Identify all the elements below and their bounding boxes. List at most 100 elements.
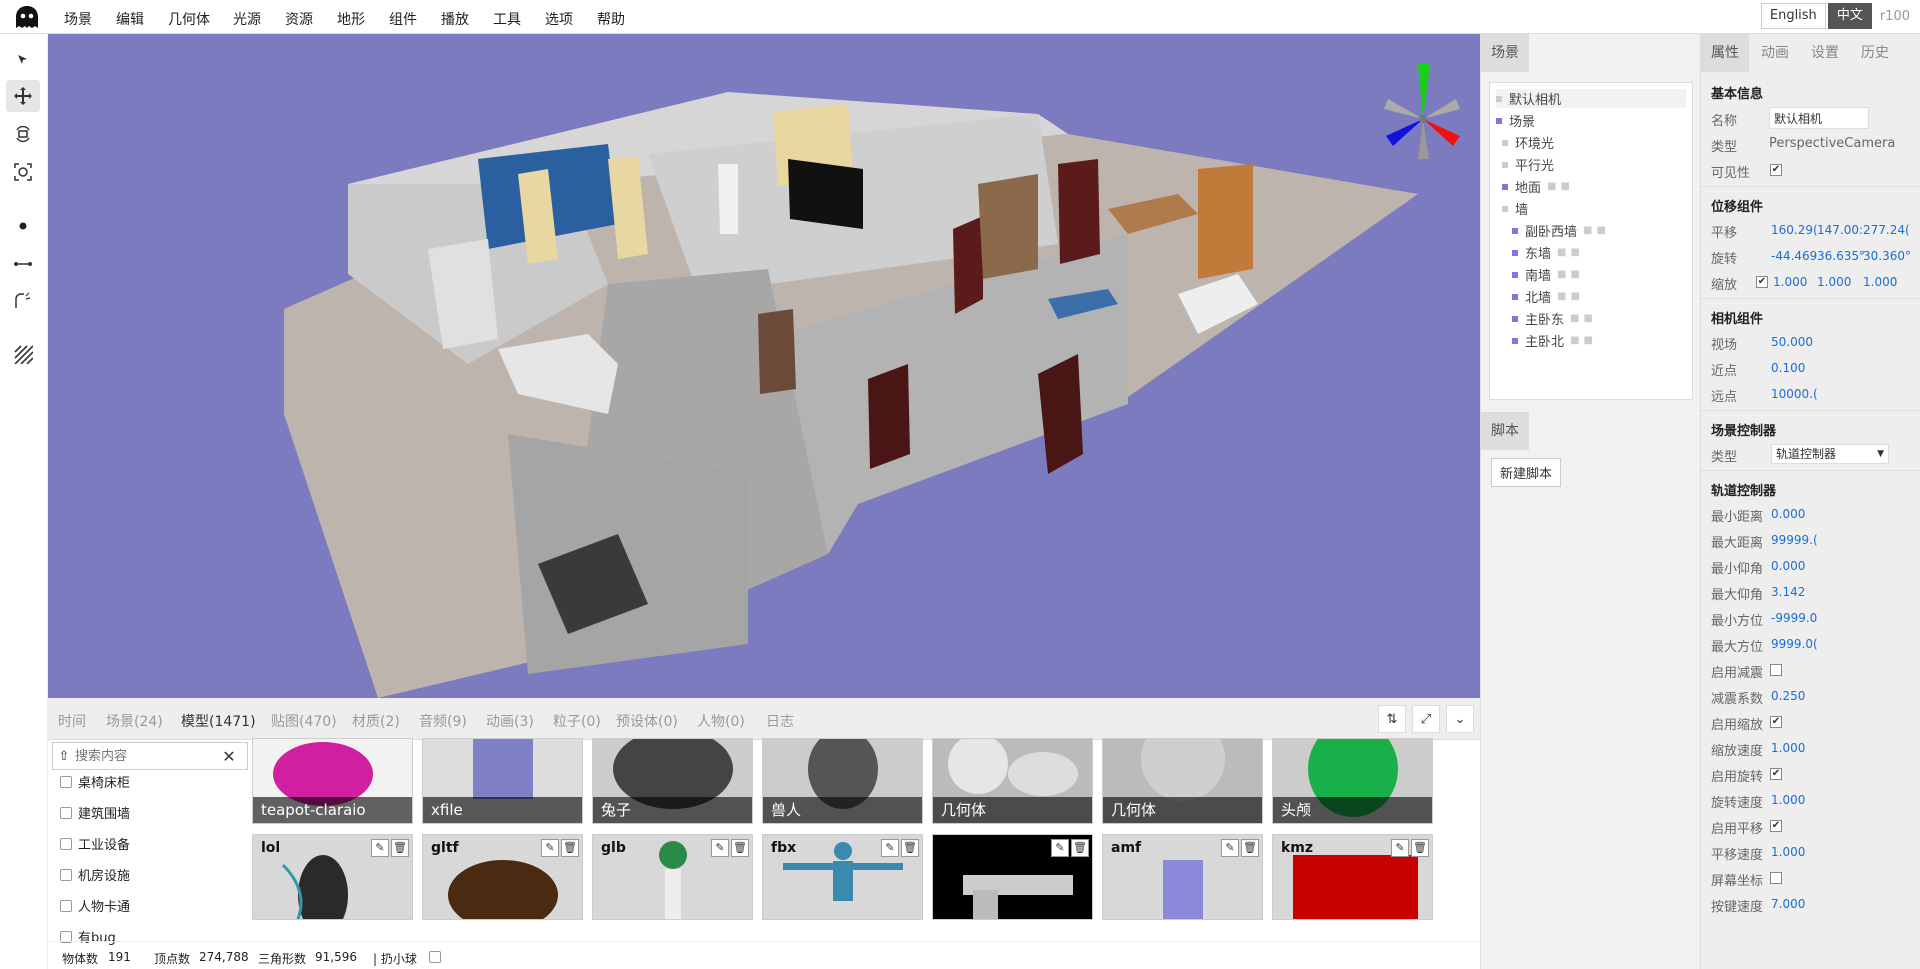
tab-script[interactable]: 脚本 [1481, 412, 1529, 450]
lang-chinese-button[interactable]: 中文 [1827, 3, 1872, 29]
model-card[interactable]: gltf ✎ 🗑 [422, 834, 583, 920]
tab-properties[interactable]: 属性 [1701, 34, 1749, 72]
orbit-value[interactable]: 0.000 [1771, 559, 1805, 573]
visible-checkbox[interactable]: ✔ [1770, 164, 1782, 176]
menu-options[interactable]: 选项 [545, 9, 573, 29]
outliner-node[interactable]: 北墙 ■■ [1512, 287, 1584, 306]
lang-english-button[interactable]: English [1760, 3, 1826, 29]
category-item[interactable]: 人物卡通 [60, 896, 130, 915]
upload-icon[interactable]: ⇧ [53, 749, 75, 764]
3d-viewport[interactable] [48, 34, 1480, 698]
orbit-checkbox[interactable] [1770, 872, 1782, 884]
name-field[interactable]: 默认相机 [1769, 107, 1869, 129]
delete-icon[interactable]: 🗑 [1241, 839, 1259, 857]
outliner-node[interactable]: 环境光 [1502, 133, 1554, 152]
maximize-button[interactable]: ⤢ [1412, 705, 1440, 733]
edit-icon[interactable]: ✎ [881, 839, 899, 857]
tab-timeline[interactable]: 时间 [58, 711, 86, 731]
menu-geometry[interactable]: 几何体 [168, 9, 210, 29]
model-card[interactable]: 兽人 [762, 738, 923, 824]
menu-component[interactable]: 组件 [389, 9, 417, 29]
category-checkbox[interactable] [60, 837, 72, 850]
orbit-value[interactable]: 99999.( [1771, 533, 1818, 547]
edit-icon[interactable]: ✎ [1391, 839, 1409, 857]
far-value[interactable]: 10000.( [1771, 387, 1818, 401]
rotate-tool-button[interactable] [6, 118, 40, 150]
delete-icon[interactable]: 🗑 [391, 839, 409, 857]
orbit-checkbox[interactable]: ✔ [1770, 820, 1782, 832]
delete-icon[interactable]: 🗑 [731, 839, 749, 857]
sort-button[interactable]: ⇅ [1378, 705, 1406, 733]
rotation-z[interactable]: 30.360° [1863, 249, 1911, 263]
tab-scene-tree[interactable]: 场景 [1481, 34, 1529, 72]
scale-x[interactable]: 1.000 [1773, 275, 1807, 289]
orbit-checkbox[interactable] [1770, 664, 1782, 676]
rotation-x[interactable]: -44.469 [1771, 249, 1817, 263]
line-tool-button[interactable] [6, 248, 40, 280]
orbit-value[interactable]: 3.142 [1771, 585, 1805, 599]
delete-icon[interactable]: 🗑 [561, 839, 579, 857]
outliner-node[interactable]: 墙 [1502, 199, 1528, 218]
model-card[interactable]: teapot-claraio [252, 738, 413, 824]
orbit-value[interactable]: 0.250 [1771, 689, 1805, 703]
outliner-node[interactable]: 默认相机 [1496, 89, 1686, 108]
delete-icon[interactable]: 🗑 [1071, 839, 1089, 857]
outliner-node[interactable]: 地面 ■■ [1502, 177, 1574, 196]
menu-assets[interactable]: 资源 [285, 9, 313, 29]
menu-help[interactable]: 帮助 [597, 9, 625, 29]
outliner-node[interactable]: 主卧北 ■■ [1512, 331, 1597, 350]
near-value[interactable]: 0.100 [1771, 361, 1805, 375]
outliner-node[interactable]: 副卧西墙 ■■ [1512, 221, 1610, 240]
throw-ball-checkbox[interactable] [429, 951, 441, 963]
orbit-value[interactable]: 1.000 [1771, 793, 1805, 807]
scale-y[interactable]: 1.000 [1817, 275, 1851, 289]
tab-animation[interactable]: 动画 [1751, 34, 1799, 72]
tab-history[interactable]: 历史 [1851, 34, 1899, 72]
outliner-node[interactable]: 东墙 ■■ [1512, 243, 1584, 262]
category-checkbox[interactable] [60, 806, 72, 819]
scale-lock-checkbox[interactable]: ✔ [1756, 276, 1768, 288]
position-y[interactable]: 147.00: [1817, 223, 1863, 237]
tab-models[interactable]: 模型(1471) [181, 711, 256, 731]
menu-tools[interactable]: 工具 [493, 9, 521, 29]
orbit-value[interactable]: 0.000 [1771, 507, 1805, 521]
edit-icon[interactable]: ✎ [1221, 839, 1239, 857]
scene-outliner[interactable]: 默认相机 场景 环境光 平行光 地面 ■■ 墙 副卧西墙 ■■ 东墙 ■■ 南墙 ■■ … [1489, 82, 1693, 400]
delete-icon[interactable]: 🗑 [1411, 839, 1429, 857]
category-checkbox[interactable] [60, 899, 72, 912]
tab-scenes[interactable]: 场景(24) [106, 711, 163, 731]
translate-tool-button[interactable] [6, 80, 40, 112]
model-card[interactable]: kmz ✎ 🗑 [1272, 834, 1433, 920]
tab-log[interactable]: 日志 [766, 711, 794, 731]
menu-edit[interactable]: 编辑 [116, 9, 144, 29]
tab-particles[interactable]: 粒子(0) [553, 711, 601, 731]
menu-light[interactable]: 光源 [233, 9, 261, 29]
tab-textures[interactable]: 贴图(470) [271, 711, 337, 731]
position-z[interactable]: 277.24( [1863, 223, 1910, 237]
menu-terrain[interactable]: 地形 [337, 9, 365, 29]
search-input[interactable] [75, 744, 215, 768]
outliner-node[interactable]: 平行光 [1502, 155, 1554, 174]
hatch-tool-button[interactable] [6, 338, 40, 370]
model-card[interactable]: amf ✎ 🗑 [1102, 834, 1263, 920]
category-checkbox[interactable] [60, 775, 72, 788]
menu-scene[interactable]: 场景 [64, 9, 92, 29]
outliner-node[interactable]: 场景 [1496, 111, 1535, 130]
menu-play[interactable]: 播放 [441, 9, 469, 29]
controller-type-select[interactable]: 轨道控制器 ▼ [1771, 444, 1889, 464]
fov-value[interactable]: 50.000 [1771, 335, 1813, 349]
orbit-checkbox[interactable]: ✔ [1770, 768, 1782, 780]
new-script-button[interactable]: 新建脚本 [1491, 458, 1562, 487]
scale-tool-button[interactable] [6, 156, 40, 188]
scale-z[interactable]: 1.000 [1863, 275, 1897, 289]
tab-settings[interactable]: 设置 [1801, 34, 1849, 72]
rotation-y[interactable]: 36.635° [1817, 249, 1865, 263]
edit-icon[interactable]: ✎ [711, 839, 729, 857]
edit-icon[interactable]: ✎ [541, 839, 559, 857]
collapse-button[interactable]: ⌄ [1446, 705, 1474, 733]
tab-characters[interactable]: 人物(0) [697, 711, 745, 731]
model-card[interactable]: 几何体 [932, 738, 1093, 824]
category-item[interactable]: 工业设备 [60, 834, 130, 853]
select-tool-button[interactable] [6, 44, 40, 76]
orbit-value[interactable]: 7.000 [1771, 897, 1805, 911]
